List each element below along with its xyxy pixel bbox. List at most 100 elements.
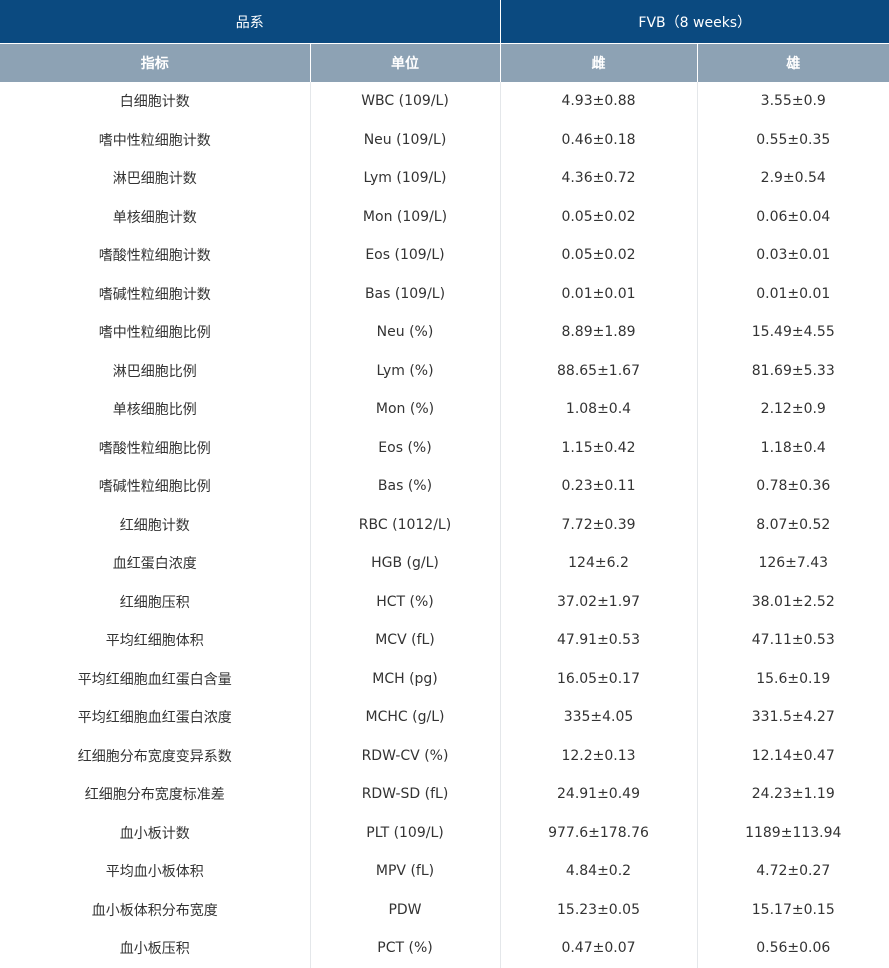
unit-cell: Neu (109/L) bbox=[310, 120, 501, 159]
female-value-cell: 0.05±0.02 bbox=[500, 236, 698, 275]
unit-cell: PCT (%) bbox=[310, 929, 501, 968]
male-value-cell: 15.17±0.15 bbox=[751, 901, 835, 918]
table-row: 嗜碱性粒细胞比例 Bas (%) 0.23±0.11 0.78±0.36 bbox=[0, 467, 889, 506]
male-value-cell: 8.07±0.52 bbox=[756, 516, 831, 533]
female-value-cell: 335±4.05 bbox=[500, 698, 698, 737]
table-row: 平均血小板体积 MPV (fL) 4.84±0.2 4.72±0.27 bbox=[0, 852, 889, 891]
indicator-cell: 淋巴细胞计数 bbox=[0, 159, 311, 198]
male-value-cell: 0.06±0.04 bbox=[756, 208, 831, 225]
indicator-cell: 血小板压积 bbox=[0, 929, 311, 968]
indicator-cell: 红细胞计数 bbox=[0, 505, 311, 544]
indicator-cell: 嗜碱性粒细胞计数 bbox=[0, 274, 311, 313]
indicator-cell: 红细胞分布宽度标准差 bbox=[0, 775, 311, 814]
female-value-cell: 0.23±0.11 bbox=[500, 467, 698, 506]
table-row: 红细胞分布宽度标准差 RDW-SD (fL) 24.91±0.49 24.23±1.1… bbox=[0, 775, 889, 814]
male-value-cell: 38.01±2.52 bbox=[751, 593, 835, 610]
indicator-cell: 单核细胞计数 bbox=[0, 197, 311, 236]
female-value-cell: 1.08±0.4 bbox=[500, 390, 698, 429]
indicator-cell: 白细胞计数 bbox=[0, 82, 311, 121]
unit-cell: Eos (%) bbox=[310, 428, 501, 467]
table-row: 淋巴细胞比例 Lym (%) 88.65±1.67 81.69±5.33 bbox=[0, 351, 889, 390]
table-row: 白细胞计数 WBC (109/L) 4.93±0.88 3.55±0.9 bbox=[0, 82, 889, 121]
table-row: 红细胞压积 HCT (%) 37.02±1.97 38.01±2.52 bbox=[0, 582, 889, 621]
male-value-cell: 126±7.43 bbox=[758, 555, 829, 572]
indicator-cell: 嗜中性粒细胞比例 bbox=[0, 313, 311, 352]
female-value-cell: 124±6.2 bbox=[500, 544, 698, 583]
male-value-cell: 1.18±0.4 bbox=[760, 439, 826, 456]
male-value-cell: 24.23±1.19 bbox=[751, 786, 835, 803]
female-value-cell: 15.23±0.05 bbox=[500, 890, 698, 929]
female-value-cell: 4.84±0.2 bbox=[500, 852, 698, 891]
male-value-cell: 4.72±0.27 bbox=[756, 863, 831, 880]
indicator-cell: 平均红细胞血红蛋白含量 bbox=[0, 659, 311, 698]
indicator-cell: 血小板计数 bbox=[0, 813, 311, 852]
hematology-table: 品系 FVB（8 weeks） 指标 单位 雌 雄 白细胞计数 WBC (109/… bbox=[0, 0, 889, 968]
table-row: 嗜碱性粒细胞计数 Bas (109/L) 0.01±0.01 0.01±0.01 bbox=[0, 274, 889, 313]
female-value-cell: 24.91±0.49 bbox=[500, 775, 698, 814]
male-value-cell: 3.55±0.9 bbox=[760, 93, 826, 110]
female-value-cell: 977.6±178.76 bbox=[500, 813, 698, 852]
unit-cell: MCHC (g/L) bbox=[310, 698, 501, 737]
header-row-columns: 指标 单位 雌 雄 bbox=[0, 43, 889, 82]
unit-cell: Lym (109/L) bbox=[310, 159, 501, 198]
table-row: 平均红细胞血红蛋白含量 MCH (pg) 16.05±0.17 15.6±0.19 bbox=[0, 659, 889, 698]
table-row: 血小板压积 PCT (%) 0.47±0.07 0.56±0.06 bbox=[0, 929, 889, 968]
unit-cell: PLT (109/L) bbox=[310, 813, 501, 852]
male-value-cell: 1189±113.94 bbox=[745, 824, 842, 841]
indicator-cell: 嗜酸性粒细胞比例 bbox=[0, 428, 311, 467]
male-value-cell: 0.78±0.36 bbox=[756, 478, 831, 495]
male-value-cell: 331.5±4.27 bbox=[751, 709, 835, 726]
table-row: 单核细胞计数 Mon (109/L) 0.05±0.02 0.06±0.04 bbox=[0, 197, 889, 236]
table-row: 嗜中性粒细胞计数 Neu (109/L) 0.46±0.18 0.55±0.35 bbox=[0, 120, 889, 159]
indicator-cell: 嗜碱性粒细胞比例 bbox=[0, 467, 311, 506]
unit-cell: RDW-CV (%) bbox=[310, 736, 501, 775]
female-value-cell: 0.05±0.02 bbox=[500, 197, 698, 236]
indicator-column-header: 指标 bbox=[0, 43, 311, 82]
female-value-cell: 37.02±1.97 bbox=[500, 582, 698, 621]
male-column-header: 雄 bbox=[697, 43, 889, 82]
male-value-cell: 2.9±0.54 bbox=[760, 170, 826, 187]
female-value-cell: 16.05±0.17 bbox=[500, 659, 698, 698]
female-value-cell: 4.36±0.72 bbox=[500, 159, 698, 198]
unit-cell: PDW bbox=[310, 890, 501, 929]
table-row: 平均红细胞血红蛋白浓度 MCHC (g/L) 335±4.05 331.5±4.27 bbox=[0, 698, 889, 737]
table-row: 嗜酸性粒细胞计数 Eos (109/L) 0.05±0.02 0.03±0.01 bbox=[0, 236, 889, 275]
table-row: 淋巴细胞计数 Lym (109/L) 4.36±0.72 2.9±0.54 bbox=[0, 159, 889, 198]
unit-cell: Lym (%) bbox=[310, 351, 501, 390]
indicator-cell: 平均血小板体积 bbox=[0, 852, 311, 891]
table-row: 单核细胞比例 Mon (%) 1.08±0.4 2.12±0.9 bbox=[0, 390, 889, 429]
male-value-cell: 0.01±0.01 bbox=[756, 285, 831, 302]
header-row-strain: 品系 FVB（8 weeks） bbox=[0, 0, 889, 44]
female-value-cell: 0.46±0.18 bbox=[500, 120, 698, 159]
indicator-cell: 红细胞分布宽度变异系数 bbox=[0, 736, 311, 775]
male-value-cell: 0.56±0.06 bbox=[756, 940, 831, 957]
indicator-cell: 红细胞压积 bbox=[0, 582, 311, 621]
unit-cell: RBC (1012/L) bbox=[310, 505, 501, 544]
indicator-cell: 平均红细胞体积 bbox=[0, 621, 311, 660]
male-value-cell: 0.03±0.01 bbox=[756, 247, 831, 264]
unit-column-header: 单位 bbox=[310, 43, 501, 82]
indicator-cell: 血红蛋白浓度 bbox=[0, 544, 311, 583]
male-value-cell: 81.69±5.33 bbox=[751, 362, 835, 379]
female-value-cell: 0.01±0.01 bbox=[500, 274, 698, 313]
male-value-cell: 15.6±0.19 bbox=[756, 670, 831, 687]
indicator-cell: 平均红细胞血红蛋白浓度 bbox=[0, 698, 311, 737]
strain-header: 品系 bbox=[0, 0, 501, 44]
indicator-cell: 嗜中性粒细胞计数 bbox=[0, 120, 311, 159]
male-value-cell: 2.12±0.9 bbox=[760, 401, 826, 418]
table-row: 血小板体积分布宽度 PDW 15.23±0.05 15.17±0.15 bbox=[0, 890, 889, 929]
unit-cell: MCV (fL) bbox=[310, 621, 501, 660]
unit-cell: HGB (g/L) bbox=[310, 544, 501, 583]
female-value-cell: 47.91±0.53 bbox=[500, 621, 698, 660]
table-row: 平均红细胞体积 MCV (fL) 47.91±0.53 47.11±0.53 bbox=[0, 621, 889, 660]
table-row: 嗜中性粒细胞比例 Neu (%) 8.89±1.89 15.49±4.55 bbox=[0, 313, 889, 352]
strain-value-header: FVB（8 weeks） bbox=[500, 0, 889, 44]
indicator-cell: 嗜酸性粒细胞计数 bbox=[0, 236, 311, 275]
indicator-cell: 淋巴细胞比例 bbox=[0, 351, 311, 390]
unit-cell: WBC (109/L) bbox=[310, 82, 501, 121]
female-value-cell: 88.65±1.67 bbox=[500, 351, 698, 390]
unit-cell: MPV (fL) bbox=[310, 852, 501, 891]
male-value-cell: 12.14±0.47 bbox=[751, 747, 835, 764]
unit-cell: Mon (109/L) bbox=[310, 197, 501, 236]
male-value-cell: 0.55±0.35 bbox=[756, 131, 831, 148]
